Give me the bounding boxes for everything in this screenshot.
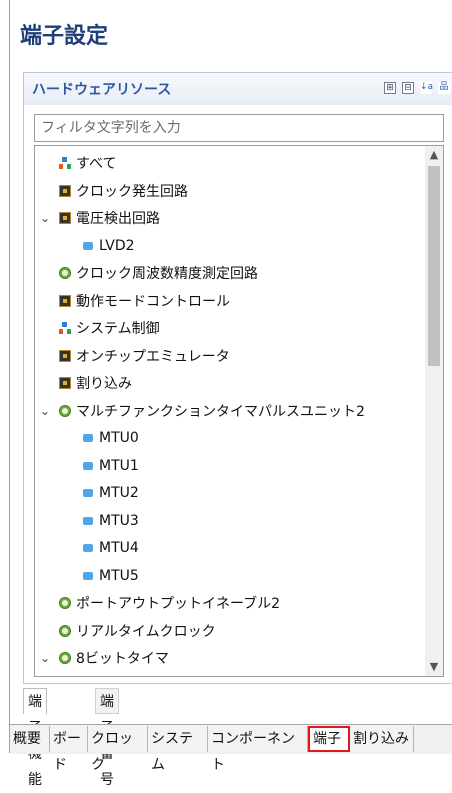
collapse-all-icon[interactable]: ⊟: [402, 82, 414, 94]
tree-item-label: 電圧検出回路: [76, 211, 160, 227]
dot-icon: [83, 241, 93, 250]
tree-item-label: 動作モードコントロール: [76, 293, 230, 310]
chip-icon: [59, 212, 71, 224]
tab-pin[interactable]: 端子: [308, 726, 350, 752]
tree-net-icon: [59, 322, 71, 334]
dot-icon: [83, 571, 93, 580]
dot-icon: [83, 544, 93, 552]
tree-item-label: LVD2: [99, 237, 135, 254]
tab-overview[interactable]: 概要: [10, 726, 50, 752]
tree-item[interactable]: MTU5: [83, 563, 139, 589]
tree-item-label: マルチファンクションタイマパルスユニット2: [76, 403, 365, 420]
tree-item[interactable]: 割り込み: [59, 370, 132, 396]
tab-clock[interactable]: クロック: [88, 726, 148, 773]
tree-item[interactable]: システム制御: [59, 315, 160, 341]
dot-icon: [83, 516, 93, 525]
tree-item[interactable]: MTU2: [83, 480, 139, 506]
tab-board[interactable]: ボード: [50, 726, 88, 773]
tree-scrollbar[interactable]: ▲ ▼: [425, 146, 443, 676]
tree-item[interactable]: クロック発生回路: [59, 178, 188, 204]
tree-item[interactable]: ポートアウトプットイネーブル2: [59, 590, 280, 616]
tree-item-label: クロック発生回路: [76, 183, 188, 200]
tree-item-label: MTU0: [99, 430, 139, 446]
tree-item-label: リアルタイムクロック: [76, 623, 216, 640]
tree-item[interactable]: ⌄ 電圧検出回路: [40, 205, 160, 231]
pin-settings-view: 端子設定 ハードウェアリソース ⊞ ⊟ ↓a 品 ▲ ▼ すべてクロック発生回路…: [9, 0, 452, 788]
tab-pin-number[interactable]: 端子番号: [95, 688, 119, 788]
tree-item-label: システム制御: [76, 321, 160, 337]
tree-item[interactable]: ⌄ 8ビットタイマ: [40, 645, 169, 671]
hierarchy-icon[interactable]: 品: [438, 82, 450, 94]
hardware-resource-panel: ハードウェアリソース ⊞ ⊟ ↓a 品 ▲ ▼ すべてクロック発生回路 ⌄ 電圧検出…: [23, 72, 452, 684]
dot-icon: [83, 489, 93, 497]
editor-page-tabs: 概要 ボード クロック システム コンポーネント 端子 割り込み: [10, 724, 452, 773]
tree-item[interactable]: MTU3: [83, 508, 139, 534]
tree-item[interactable]: MTU1: [83, 453, 139, 479]
chevron-down-icon[interactable]: ⌄: [39, 211, 51, 225]
chip-icon: [59, 184, 71, 197]
scroll-up-icon[interactable]: ▲: [425, 146, 443, 164]
chip-icon: [59, 349, 71, 362]
tab-system[interactable]: システム: [148, 726, 208, 773]
scroll-thumb[interactable]: [428, 166, 440, 366]
tree-item-label: MTU3: [99, 512, 139, 529]
dot-icon: [83, 434, 93, 442]
tree-item[interactable]: MTU0: [83, 425, 139, 451]
tree-item[interactable]: ⌄ マルチファンクションタイマパルスユニット2: [40, 398, 365, 424]
tree-item[interactable]: MTU4: [83, 535, 139, 561]
tree-item[interactable]: すべて: [59, 150, 116, 176]
tree-item[interactable]: オンチップエミュレータ: [59, 343, 230, 369]
resource-tree: ▲ ▼ すべてクロック発生回路 ⌄ 電圧検出回路 LVD2 クロック周波数精度測定回路動…: [34, 145, 444, 677]
tree-net-icon: [59, 157, 71, 169]
tree-item[interactable]: LVD2: [83, 233, 135, 259]
tab-interrupt[interactable]: 割り込み: [350, 726, 414, 752]
tree-item-label: MTU1: [99, 457, 139, 474]
clock-icon: [59, 652, 71, 664]
chip-icon: [59, 294, 71, 307]
tree-item-label: MTU2: [99, 485, 139, 501]
scroll-down-icon[interactable]: ▼: [425, 658, 443, 676]
tree-item-label: クロック周波数精度測定回路: [76, 266, 258, 282]
page-title: 端子設定: [20, 24, 109, 49]
dot-icon: [83, 461, 93, 470]
clock-icon: [59, 624, 71, 637]
tree-item-label: すべて: [76, 156, 117, 172]
chevron-down-icon[interactable]: ⌄: [39, 404, 51, 418]
tree-item-label: MTU5: [99, 567, 139, 584]
clock-icon: [59, 597, 71, 609]
clock-icon: [59, 267, 71, 279]
chip-icon: [59, 377, 71, 389]
filter-input[interactable]: [34, 114, 444, 142]
tree-item-label: 割り込み: [76, 376, 132, 392]
tree-item[interactable]: クロック周波数精度測定回路: [59, 260, 258, 286]
tree-item-label: 8ビットタイマ: [76, 651, 169, 667]
clock-icon: [59, 404, 71, 417]
expand-all-icon[interactable]: ⊞: [384, 82, 396, 94]
tree-item[interactable]: リアルタイムクロック: [59, 618, 216, 644]
panel-header: ハードウェアリソース ⊞ ⊟ ↓a 品: [24, 73, 452, 105]
tree-item[interactable]: 動作モードコントロール: [59, 288, 230, 314]
tree-item-label: オンチップエミュレータ: [76, 348, 230, 365]
tab-pin-function[interactable]: 端子機能: [23, 688, 47, 788]
chevron-down-icon[interactable]: ⌄: [39, 651, 51, 665]
tree-item-label: MTU4: [99, 540, 139, 556]
tab-component[interactable]: コンポーネント: [208, 726, 308, 773]
panel-title: ハードウェアリソース: [32, 82, 172, 98]
tree-item-label: ポートアウトプットイネーブル2: [76, 596, 281, 612]
sort-az-icon[interactable]: ↓a: [420, 82, 433, 94]
